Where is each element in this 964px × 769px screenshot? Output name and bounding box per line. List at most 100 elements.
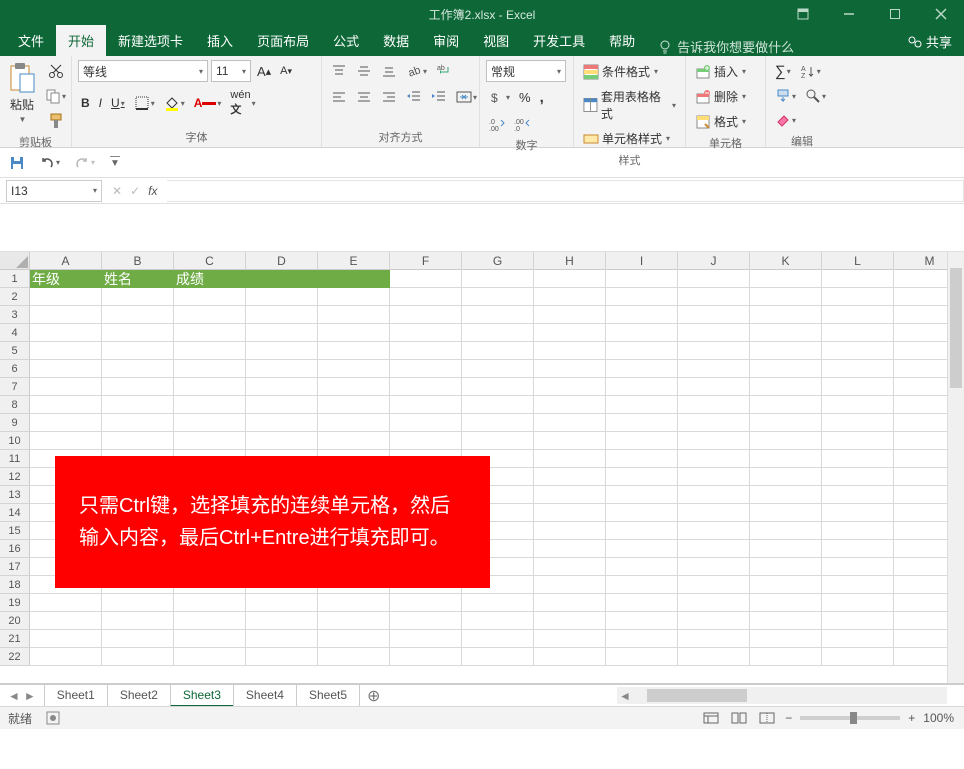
cell[interactable] <box>462 324 534 342</box>
cell[interactable] <box>822 360 894 378</box>
cell[interactable] <box>678 540 750 558</box>
cell[interactable] <box>534 630 606 648</box>
cell[interactable] <box>174 414 246 432</box>
cell[interactable] <box>678 504 750 522</box>
cell[interactable] <box>390 396 462 414</box>
row-header[interactable]: 3 <box>0 306 30 324</box>
cell[interactable] <box>606 450 678 468</box>
row-header[interactable]: 14 <box>0 504 30 522</box>
cell[interactable] <box>822 486 894 504</box>
cell[interactable] <box>606 486 678 504</box>
cell[interactable] <box>534 450 606 468</box>
redo-button[interactable]: ▾ <box>71 152 98 174</box>
name-box[interactable]: I13▾ <box>6 180 102 202</box>
cell[interactable] <box>390 432 462 450</box>
cell[interactable] <box>318 306 390 324</box>
cell[interactable] <box>462 648 534 666</box>
cell[interactable] <box>534 648 606 666</box>
underline-button[interactable]: U▾ <box>108 93 128 113</box>
align-left-button[interactable] <box>328 86 350 108</box>
cell[interactable] <box>390 288 462 306</box>
cell[interactable] <box>534 540 606 558</box>
cell[interactable] <box>606 540 678 558</box>
cell[interactable] <box>750 342 822 360</box>
sheet-nav-next[interactable]: ► <box>24 689 36 703</box>
column-header[interactable]: K <box>750 252 822 270</box>
cell[interactable] <box>246 324 318 342</box>
cell[interactable] <box>246 288 318 306</box>
save-button[interactable] <box>6 152 28 174</box>
row-header[interactable]: 15 <box>0 522 30 540</box>
cell[interactable] <box>678 576 750 594</box>
enter-formula-button[interactable]: ✓ <box>130 184 140 198</box>
cell[interactable] <box>318 594 390 612</box>
cell[interactable] <box>174 432 246 450</box>
tab-home[interactable]: 开始 <box>56 25 106 56</box>
cell[interactable] <box>534 360 606 378</box>
cell[interactable] <box>246 396 318 414</box>
cell[interactable] <box>606 594 678 612</box>
cell[interactable] <box>606 468 678 486</box>
cell[interactable] <box>822 468 894 486</box>
cell[interactable] <box>390 378 462 396</box>
sheet-nav-prev[interactable]: ◄ <box>8 689 20 703</box>
cell[interactable] <box>822 648 894 666</box>
row-header[interactable]: 4 <box>0 324 30 342</box>
new-sheet-button[interactable]: ⊕ <box>359 686 388 706</box>
row-header[interactable]: 11 <box>0 450 30 468</box>
cell[interactable] <box>246 630 318 648</box>
horizontal-scrollbar[interactable]: ◄ <box>617 687 947 704</box>
cell[interactable] <box>534 468 606 486</box>
row-header[interactable]: 10 <box>0 432 30 450</box>
cell[interactable] <box>318 360 390 378</box>
row-header[interactable]: 17 <box>0 558 30 576</box>
cell[interactable] <box>606 360 678 378</box>
cell[interactable] <box>174 612 246 630</box>
cell[interactable] <box>750 414 822 432</box>
cell[interactable] <box>390 612 462 630</box>
cell[interactable] <box>534 270 606 288</box>
cell[interactable] <box>750 504 822 522</box>
cell[interactable] <box>246 432 318 450</box>
cell[interactable] <box>606 648 678 666</box>
cell[interactable] <box>174 360 246 378</box>
copy-button[interactable]: ▾ <box>42 85 69 107</box>
cell[interactable] <box>750 288 822 306</box>
cell[interactable] <box>606 504 678 522</box>
cell[interactable] <box>318 630 390 648</box>
cell[interactable] <box>318 324 390 342</box>
row-header[interactable]: 2 <box>0 288 30 306</box>
cell[interactable] <box>534 432 606 450</box>
cell[interactable] <box>462 414 534 432</box>
cell[interactable] <box>822 432 894 450</box>
align-bottom-button[interactable] <box>378 60 400 82</box>
cell[interactable] <box>102 360 174 378</box>
cell[interactable] <box>318 288 390 306</box>
cell[interactable] <box>174 378 246 396</box>
cell[interactable] <box>102 594 174 612</box>
cell[interactable]: 年级 <box>30 270 102 288</box>
column-header[interactable]: C <box>174 252 246 270</box>
cell[interactable] <box>750 648 822 666</box>
cell[interactable] <box>606 432 678 450</box>
cell[interactable] <box>750 306 822 324</box>
row-header[interactable]: 8 <box>0 396 30 414</box>
cell[interactable] <box>822 540 894 558</box>
cell[interactable] <box>174 306 246 324</box>
cell[interactable] <box>534 324 606 342</box>
comma-button[interactable]: , <box>537 86 547 109</box>
align-middle-button[interactable] <box>353 60 375 82</box>
cell[interactable] <box>534 486 606 504</box>
cell[interactable] <box>822 414 894 432</box>
ribbon-display-options-button[interactable] <box>780 0 826 28</box>
cell[interactable] <box>30 342 102 360</box>
cell[interactable] <box>30 648 102 666</box>
tab-insert[interactable]: 插入 <box>195 25 245 56</box>
cell[interactable] <box>30 612 102 630</box>
cell[interactable] <box>318 396 390 414</box>
table-format-button[interactable]: 套用表格格式▾ <box>580 85 679 125</box>
orientation-button[interactable]: ab▾ <box>403 60 430 82</box>
cell[interactable] <box>534 522 606 540</box>
row-header[interactable]: 6 <box>0 360 30 378</box>
cell[interactable] <box>174 342 246 360</box>
